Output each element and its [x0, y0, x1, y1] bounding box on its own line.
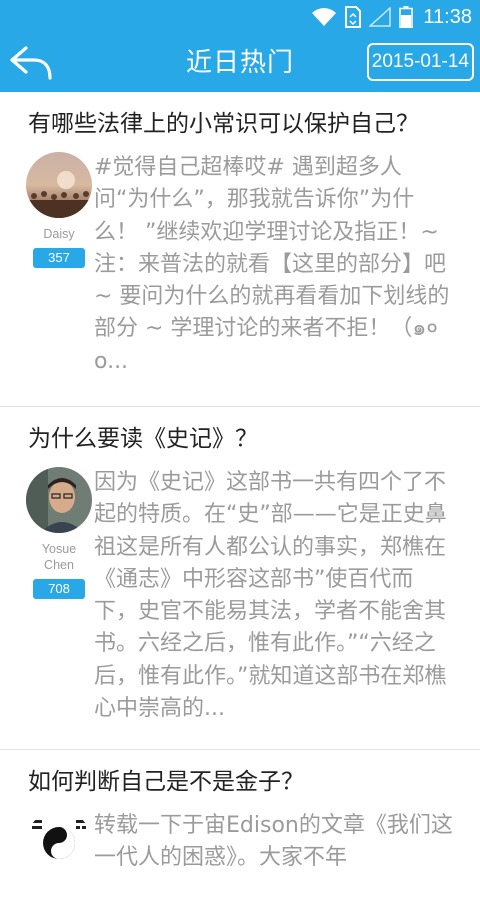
wifi-icon — [312, 8, 337, 26]
question-title[interactable]: 如何判断自己是不是金子？ — [0, 750, 480, 798]
question-title[interactable]: 为什么要读《史记》？ — [0, 407, 480, 455]
author-name: Daisy — [43, 227, 75, 241]
cell-signal-icon — [369, 7, 392, 27]
battery-icon — [399, 6, 414, 28]
answer-excerpt[interactable]: 转载一下于宙Edison的文章《我们这一代人的困惑》。大家不年 — [94, 810, 480, 875]
hot-topics-feed: 有哪些法律上的小常识可以保护自己？ Daisy 357 #觉得自己超棒哎# 遇到… — [0, 92, 480, 910]
answer-author[interactable] — [26, 810, 92, 876]
list-item[interactable]: 有哪些法律上的小常识可以保护自己？ Daisy 357 #觉得自己超棒哎# 遇到… — [0, 92, 480, 407]
avatar[interactable] — [26, 467, 92, 533]
answer-excerpt[interactable]: #觉得自己超棒哎# 遇到超多人问“为什么”，那我就告诉你”为什么！ ”继续欢迎学… — [94, 152, 480, 378]
vote-count-badge: 357 — [33, 248, 85, 268]
question-title[interactable]: 有哪些法律上的小常识可以保护自己？ — [0, 92, 480, 140]
answer-author[interactable]: Daisy 357 — [26, 152, 92, 268]
sim-card-icon — [345, 6, 362, 28]
answer-excerpt[interactable]: 因为《史记》这部书一共有四个了不起的特质。在“史”部——它是正史鼻祖这是所有人都… — [94, 467, 480, 725]
vote-count-badge: 708 — [33, 579, 85, 599]
status-time: 11:38 — [423, 5, 472, 28]
list-item[interactable]: 为什么要读《史记》？ Yosue Chen 708 因为《史记》这部书一共有四个… — [0, 407, 480, 750]
list-item[interactable]: 如何判断自己是不是金子？ 转载一下于宙Edison的文章《我们这一代人的困惑》。… — [0, 750, 480, 910]
avatar[interactable] — [26, 810, 92, 876]
status-bar: 11:38 — [0, 0, 480, 34]
author-name: Yosue Chen — [41, 542, 77, 572]
answer-author[interactable]: Yosue Chen 708 — [26, 467, 92, 599]
date-picker-button[interactable]: 2015-01-14 — [366, 43, 474, 81]
top-nav-bar: 近日热门 2015-01-14 — [0, 34, 480, 92]
avatar[interactable] — [26, 152, 92, 218]
